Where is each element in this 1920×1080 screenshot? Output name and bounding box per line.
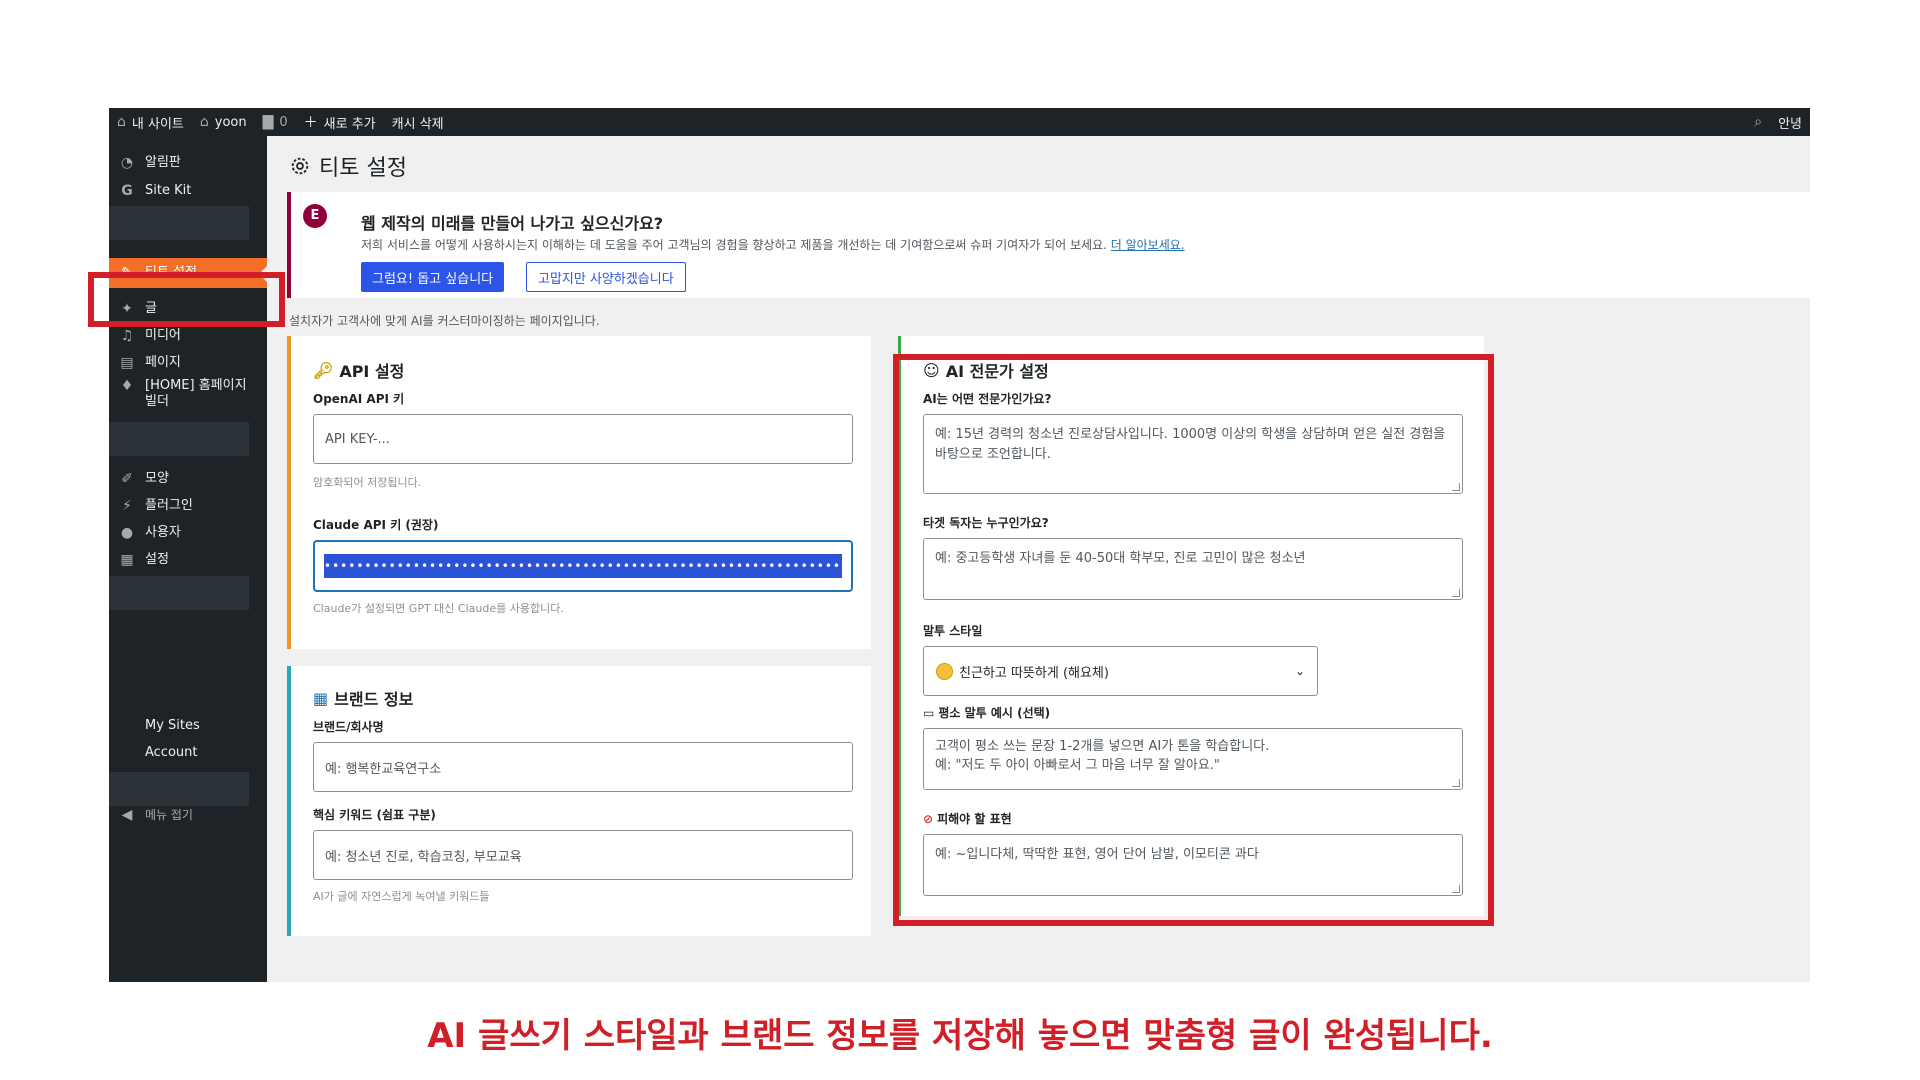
notice-description: 저희 서비스를 어떻게 사용하시는지 이해하는 데 도움을 주어 고객님의 경험… — [361, 236, 1185, 253]
notice-title: 웹 제작의 미래를 만들어 나가고 싶으신가요? — [361, 214, 664, 233]
settings-icon: ▦ — [120, 552, 134, 568]
sidebar-item-label: 플러그인 — [145, 498, 193, 513]
highlight-box-ai-expert — [893, 354, 1494, 926]
admin-bar: ⌂ 내 사이트 ⌂ yoon ▇ 0 ＋ 새로 추가 캐시 삭제 ⌕ 안녕 — [109, 108, 1810, 136]
notice-description-text: 저희 서비스를 어떻게 사용하시는지 이해하는 데 도움을 주어 고객님의 경험… — [361, 238, 1107, 252]
admin-bar-cache[interactable]: 캐시 삭제 — [384, 108, 452, 136]
caption-text: AI 글쓰기 스타일과 브랜드 정보를 저장해 놓으면 맞춤형 글이 완성됩니다… — [427, 1016, 1493, 1056]
brush-icon: ✐ — [121, 471, 133, 487]
sidebar-item-label: 알림판 — [145, 155, 181, 170]
notice-decline-button[interactable]: 고맙지만 사양하겠습니다 — [526, 262, 686, 292]
sidebar-separator — [109, 422, 249, 456]
openai-key-hint: 암호화되어 저장됩니다. — [313, 476, 422, 489]
sidebar-item-label: 모양 — [145, 471, 169, 486]
sidebar-item-label: 미디어 — [145, 328, 181, 343]
claude-key-masked-value: ••••••••••••••••••••••••••••••••••••••••… — [324, 554, 842, 578]
sidebar-item-site-kit[interactable]: G Site Kit — [109, 176, 267, 206]
sidebar-item-label: 사용자 — [145, 525, 181, 540]
admin-bar-site-label: yoon — [214, 114, 247, 130]
sidebar-item-account[interactable]: Account — [145, 745, 198, 760]
sidebar-item-pages[interactable]: ▤ 페이지 — [109, 348, 267, 378]
home-icon: ⌂ — [199, 114, 209, 130]
notice-accept-button[interactable]: 그럼요! 돕고 싶습니다 — [361, 262, 505, 292]
keywords-input[interactable]: 예: 청소년 진로, 학습코칭, 부모교육 — [313, 830, 853, 880]
sidebar-item-label: [HOME] 홈페이지 빌더 — [145, 378, 247, 409]
gear-icon — [291, 157, 309, 175]
brand-info-title-text: 브랜드 정보 — [334, 690, 414, 709]
page-icon: ▤ — [120, 355, 134, 371]
sidebar-item-appearance[interactable]: ✐ 모양 — [109, 464, 267, 494]
admin-bar-new-label: 새로 추가 — [323, 116, 376, 132]
sidebar-separator — [109, 206, 249, 240]
keywords-label: 핵심 키워드 (쉼표 구분) — [313, 808, 436, 822]
keywords-hint: AI가 글에 자연스럽게 녹여낼 키워드들 — [313, 890, 490, 903]
sidebar-item-settings[interactable]: ▦ 설정 — [109, 545, 267, 575]
highlight-box-menu — [88, 272, 285, 327]
user-icon: ● — [120, 525, 134, 541]
sidebar-item-home-builder[interactable]: ♦ [HOME] 홈페이지 빌더 — [109, 378, 267, 418]
openai-key-label: OpenAI API 키 — [313, 392, 405, 406]
admin-bar-site[interactable]: ⌂ yoon — [192, 108, 255, 136]
key-icon: 🔑︎ — [313, 360, 334, 380]
elementor-logo-icon: E — [303, 204, 327, 228]
brand-name-label: 브랜드/회사명 — [313, 720, 384, 734]
admin-bar-account[interactable]: 안녕 — [1770, 108, 1810, 136]
search-icon: ⌕ — [1754, 114, 1763, 130]
dashboard-icon: ◔ — [120, 155, 134, 171]
admin-bar-my-sites-label: 내 사이트 — [131, 116, 184, 132]
brand-info-card: ▦ 브랜드 정보 브랜드/회사명 예: 행복한교육연구소 핵심 키워드 (쉼표 … — [287, 666, 871, 936]
collapse-arrow-icon: ◀ — [121, 807, 133, 823]
admin-bar-comments[interactable]: ▇ 0 — [255, 108, 296, 136]
sidebar-item-users[interactable]: ● 사용자 — [109, 518, 267, 548]
admin-bar-new[interactable]: ＋ 새로 추가 — [296, 108, 384, 136]
page-title-text: 티토 설정 — [319, 156, 407, 181]
media-icon: ♫ — [120, 328, 134, 344]
admin-bar-my-sites[interactable]: ⌂ 내 사이트 — [109, 108, 192, 136]
api-settings-title: 🔑︎ API 설정 — [313, 358, 404, 382]
admin-bar-search[interactable]: ⌕ — [1746, 108, 1770, 136]
admin-bar-comments-count: 0 — [279, 114, 288, 130]
sidebar-item-label: Site Kit — [145, 183, 192, 198]
page-title: 티토 설정 — [289, 150, 407, 182]
sidebar-item-plugins[interactable]: ⚡ 플러그인 — [109, 491, 267, 521]
claude-key-label: Claude API 키 (권장) — [313, 518, 439, 532]
api-settings-card: 🔑︎ API 설정 OpenAI API 키 API KEY-... 암호화되어… — [287, 336, 871, 649]
diamond-icon: ♦ — [120, 378, 134, 394]
brand-name-input[interactable]: 예: 행복한교육연구소 — [313, 742, 853, 792]
sidebar-collapse-button[interactable]: ◀ 메뉴 접기 — [109, 800, 267, 830]
google-g-icon: G — [121, 183, 133, 199]
sidebar-item-label: 페이지 — [145, 355, 181, 370]
claude-key-hint: Claude가 설정되면 GPT 대신 Claude를 사용합니다. — [313, 602, 564, 615]
sidebar-item-dashboard[interactable]: ◔ 알림판 — [109, 148, 267, 178]
api-settings-title-text: API 설정 — [339, 362, 405, 381]
building-icon: ▦ — [313, 688, 329, 708]
openai-key-input[interactable]: API KEY-... — [313, 414, 853, 464]
sidebar-collapse-label: 메뉴 접기 — [145, 808, 193, 822]
sidebar-item-label: 설정 — [145, 552, 169, 567]
admin-bar-cache-label: 캐시 삭제 — [391, 116, 444, 132]
plus-icon: ＋ — [303, 115, 318, 131]
elementor-notice: E 웹 제작의 미래를 만들어 나가고 싶으신가요? 저희 서비스를 어떻게 사… — [287, 192, 1810, 298]
comment-icon: ▇ — [262, 114, 274, 130]
sidebar-separator — [109, 576, 249, 610]
admin-sidebar: ◔ 알림판 G Site Kit ✎ 티토 설정 ✦ 글 ♫ 미디어 ▤ 페이지… — [109, 136, 267, 982]
network-icon: ⌂ — [117, 114, 126, 130]
plug-icon: ⚡ — [122, 498, 132, 514]
admin-bar-account-label: 안녕 — [1778, 116, 1802, 132]
sidebar-item-my-sites[interactable]: My Sites — [145, 718, 200, 733]
notice-learn-more-link[interactable]: 더 알아보세요. — [1111, 238, 1185, 252]
page-description: 설치자가 고객사에 맞게 AI를 커스터마이징하는 페이지입니다. — [289, 314, 600, 328]
brand-info-title: ▦ 브랜드 정보 — [313, 686, 413, 710]
claude-key-input[interactable]: ••••••••••••••••••••••••••••••••••••••••… — [313, 540, 853, 592]
